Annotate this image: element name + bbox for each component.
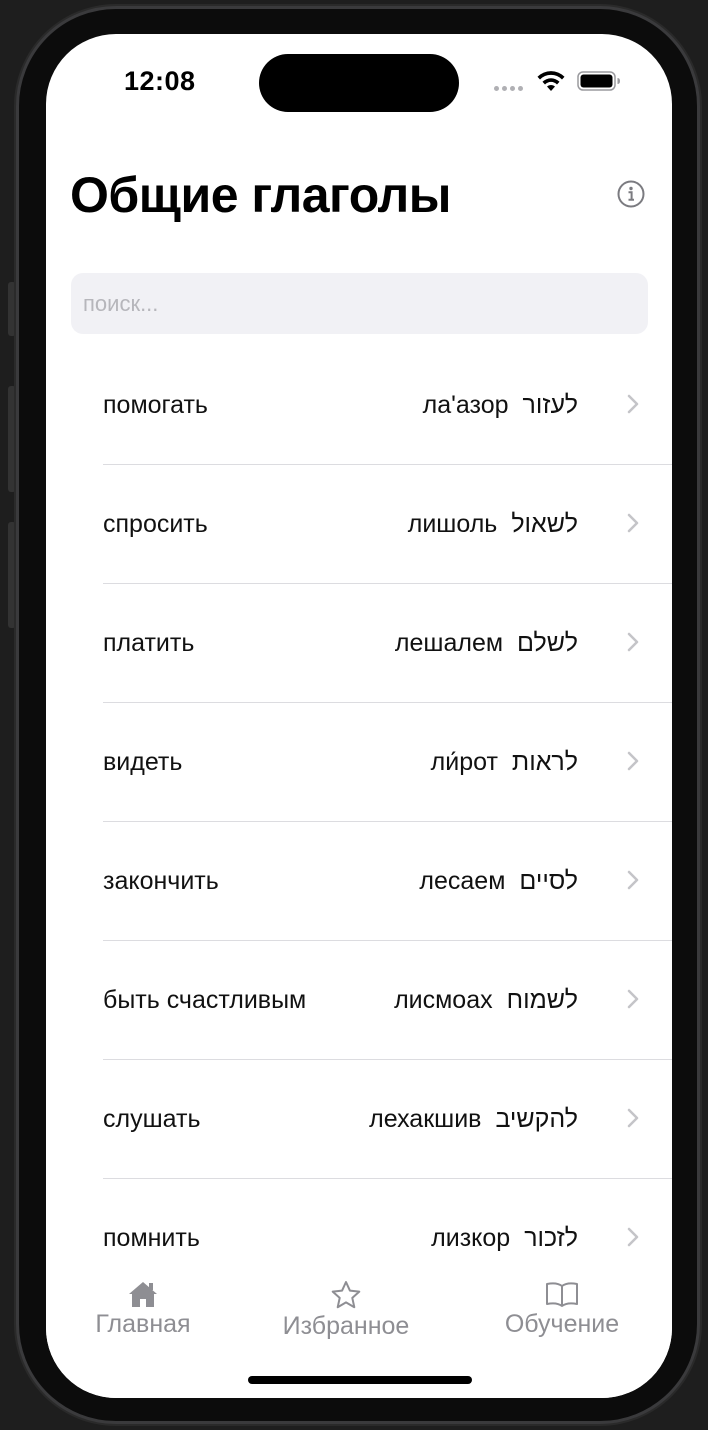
info-icon[interactable] — [617, 180, 645, 208]
battery-icon — [577, 71, 620, 91]
star-icon — [331, 1281, 361, 1309]
action-button — [8, 282, 16, 336]
hebrew-word: лешалем לשלם — [395, 584, 578, 702]
app-screen: 12:08 Общие глаголы помогать ла'азор לעזו… — [46, 34, 672, 1398]
transliteration: лесаем — [419, 867, 506, 895]
status-bar: 12:08 — [46, 34, 672, 134]
hebrew-word: лехакшив להקשיב — [369, 1060, 578, 1178]
russian-word: закончить — [103, 867, 219, 895]
list-item[interactable]: спросить лишоль לשאול — [46, 465, 672, 584]
hebrew-word: ла'азор לעזור — [423, 346, 578, 464]
hebrew-text: לשאול — [511, 510, 578, 538]
chevron-right-icon — [627, 870, 639, 890]
chevron-right-icon — [627, 632, 639, 652]
home-indicator[interactable] — [248, 1376, 472, 1384]
chevron-right-icon — [627, 513, 639, 533]
house-icon — [129, 1282, 157, 1307]
search-input[interactable] — [71, 273, 648, 334]
hebrew-text: להקשיב — [495, 1105, 578, 1133]
tab-home[interactable]: Главная — [90, 1280, 196, 1339]
list-item[interactable]: видеть ли́рот לראות — [46, 703, 672, 822]
hebrew-word: лишоль לשאול — [408, 465, 578, 583]
list-item[interactable]: слушать лехакшив להקשיב — [46, 1060, 672, 1179]
volume-up-button — [8, 386, 16, 492]
list-item[interactable]: платить лешалем לשלם — [46, 584, 672, 703]
transliteration: лисмоах — [394, 986, 493, 1014]
chevron-right-icon — [627, 1108, 639, 1128]
book-icon — [546, 1282, 578, 1307]
russian-word: спросить — [103, 510, 208, 538]
russian-word: быть счастливым — [103, 986, 307, 1014]
tab-favorites[interactable]: Избранное — [272, 1280, 420, 1341]
chevron-right-icon — [627, 989, 639, 1009]
hebrew-text: לסיים — [519, 867, 578, 895]
russian-word: слушать — [103, 1105, 201, 1133]
chevron-right-icon — [627, 394, 639, 414]
hebrew-word: лисмоах לשמוח — [394, 941, 578, 1059]
hebrew-text: לשמוח — [506, 986, 578, 1014]
transliteration: лишоль — [407, 510, 498, 538]
transliteration: лизкор — [431, 1224, 511, 1252]
russian-word: платить — [103, 629, 195, 657]
transliteration: ла'азор — [422, 391, 509, 419]
tab-learning-label: Обучение — [504, 1310, 620, 1338]
transliteration: лехакшив — [369, 1105, 482, 1133]
hebrew-word: лесаем לסיים — [419, 822, 578, 940]
page-title: Общие глаголы — [70, 167, 451, 223]
hebrew-text: לראות — [511, 748, 578, 776]
transliteration: лешалем — [394, 629, 504, 657]
list-item[interactable]: быть счастливым лисмоах לשמוח — [46, 941, 672, 1060]
tab-home-label: Главная — [95, 1310, 191, 1338]
verb-list: помогать ла'азор לעזור спросить лишоль לשא… — [46, 346, 672, 1298]
hebrew-word: ли́рот לראות — [431, 703, 578, 821]
tab-favorites-label: Избранное — [282, 1312, 410, 1340]
volume-down-button — [8, 522, 16, 628]
wifi-icon — [537, 71, 565, 91]
list-item[interactable]: закончить лесаем לסיים — [46, 822, 672, 941]
tab-learning[interactable]: Обучение — [496, 1280, 628, 1339]
transliteration: ли́рот — [430, 748, 498, 776]
cellular-signal-icon — [494, 86, 523, 91]
hebrew-text: לשלם — [517, 629, 578, 657]
chevron-right-icon — [627, 751, 639, 771]
dynamic-island — [259, 54, 459, 112]
status-time: 12:08 — [124, 66, 196, 96]
russian-word: видеть — [103, 748, 183, 776]
hebrew-text: לזכור — [524, 1224, 578, 1252]
chevron-right-icon — [627, 1227, 639, 1247]
hebrew-text: לעזור — [522, 391, 578, 419]
russian-word: помогать — [103, 391, 208, 419]
list-item[interactable]: помогать ла'азор לעזור — [46, 346, 672, 465]
